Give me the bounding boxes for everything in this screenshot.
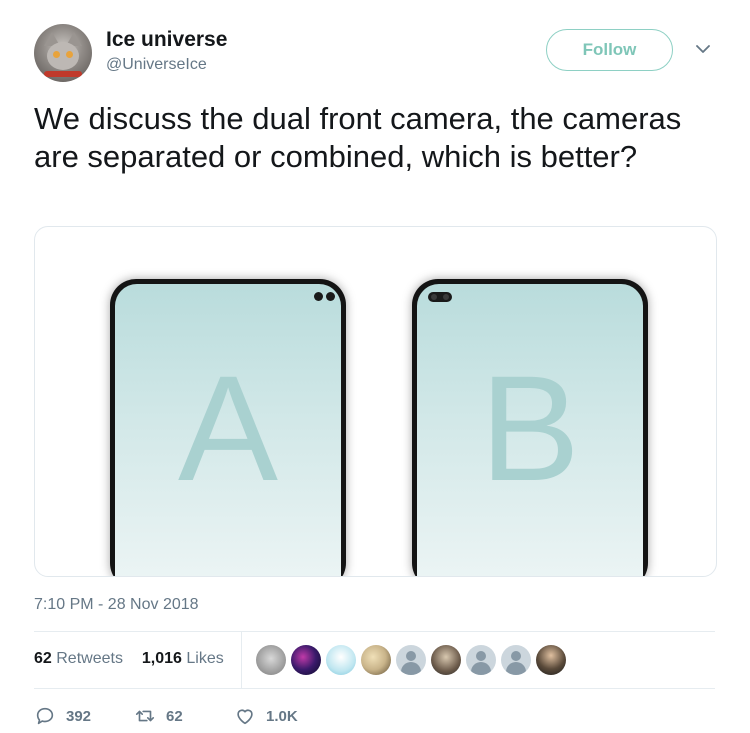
retweets-count[interactable]: 62 — [34, 650, 52, 667]
like-button[interactable]: 1.0K — [234, 705, 298, 727]
reply-count: 392 — [66, 707, 92, 725]
cat-eye-right — [66, 51, 73, 58]
liker-avatar[interactable] — [431, 645, 461, 675]
front-camera-icon — [326, 292, 335, 301]
phone-b-screen: B — [417, 284, 643, 576]
tweet-timestamp[interactable]: 7:10 PM - 28 Nov 2018 — [34, 596, 199, 614]
phone-a-label: A — [177, 344, 279, 512]
user-avatar[interactable] — [34, 24, 92, 82]
liker-avatar[interactable] — [291, 645, 321, 675]
phone-b-label: B — [479, 344, 581, 512]
vertical-divider — [241, 632, 242, 688]
phone-b-image: B — [412, 279, 648, 576]
liker-avatar[interactable] — [396, 645, 426, 675]
liker-avatar[interactable] — [536, 645, 566, 675]
liker-avatar[interactable] — [501, 645, 531, 675]
cat-eye-left — [53, 51, 60, 58]
user-display-name[interactable]: Ice universe — [106, 28, 227, 52]
cat-collar — [44, 71, 82, 77]
tweet-actions: 392 62 1.0K — [34, 704, 298, 728]
likers-list — [256, 645, 566, 675]
reply-button[interactable]: 392 — [34, 705, 134, 727]
retweet-button[interactable]: 62 — [134, 705, 234, 727]
retweet-count: 62 — [166, 707, 183, 725]
engagement-stats: 62 Retweets 1,016 Likes — [34, 650, 224, 668]
dual-camera-pill-icon — [428, 292, 452, 302]
reply-icon — [36, 707, 54, 725]
cat-face — [47, 42, 79, 70]
tweet-text: We discuss the dual front camera, the ca… — [34, 101, 682, 174]
divider — [34, 631, 715, 632]
likes-count[interactable]: 1,016 — [142, 650, 182, 667]
user-handle[interactable]: @UniverseIce — [106, 56, 207, 74]
liker-avatar[interactable] — [361, 645, 391, 675]
chevron-down-icon[interactable] — [696, 44, 710, 54]
like-count: 1.0K — [266, 707, 298, 725]
retweet-icon — [135, 710, 155, 722]
divider — [34, 688, 715, 689]
heart-icon — [237, 709, 253, 725]
retweets-label[interactable]: Retweets — [56, 650, 123, 667]
liker-avatar[interactable] — [326, 645, 356, 675]
phone-a-screen: A — [115, 284, 341, 576]
tweet-media[interactable]: A B — [34, 226, 717, 577]
liker-avatar[interactable] — [256, 645, 286, 675]
front-camera-icon — [314, 292, 323, 301]
phone-a-image: A — [110, 279, 346, 576]
follow-button[interactable]: Follow — [546, 29, 673, 71]
likes-label[interactable]: Likes — [186, 650, 223, 667]
liker-avatar[interactable] — [466, 645, 496, 675]
